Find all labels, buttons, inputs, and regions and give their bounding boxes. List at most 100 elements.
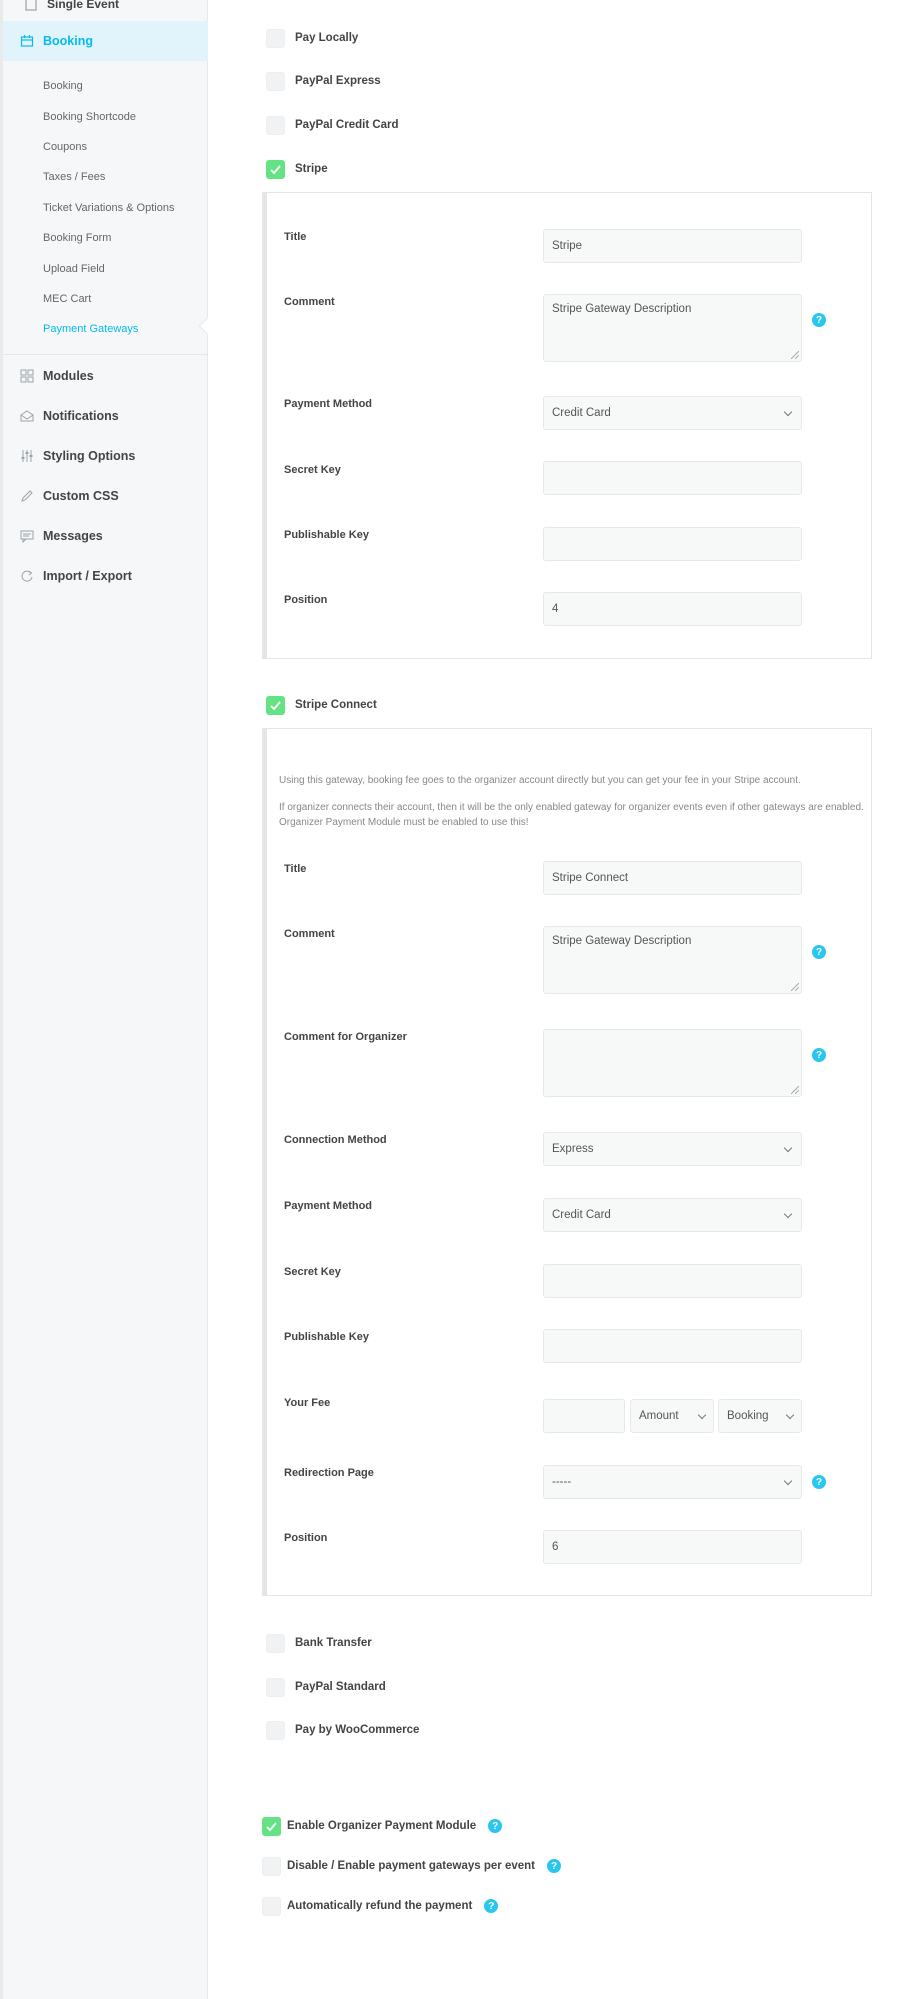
help-icon[interactable]: ? [488,1819,503,1833]
pencil-icon [19,488,35,504]
textarea-value: Stripe Gateway Description [552,935,692,947]
gateway-label: Bank Transfer [295,1637,372,1649]
sidebar-item-import-export[interactable]: Import / Export [3,556,208,596]
gateway-stripe-connect[interactable]: Stripe Connect [266,694,377,716]
check-icon [270,164,281,174]
field-label: Payment Method [284,398,373,410]
gateway-description: Using this gateway, booking fee goes to … [279,775,801,786]
help-icon[interactable]: ? [547,1859,561,1873]
sidebar-item-booking[interactable]: Booking [3,21,208,61]
submenu-item-payment-gateways[interactable]: Payment Gateways [3,314,208,344]
checkbox[interactable] [266,28,285,48]
help-icon[interactable]: ? [812,313,826,327]
sidebar-item-styling-options[interactable]: Styling Options [3,436,208,476]
stripe-publishable-key-input[interactable] [543,527,802,561]
help-icon[interactable]: ? [812,945,826,959]
connect-fee-type-select[interactable]: Amount [630,1399,714,1433]
sidebar-item-notifications[interactable]: Notifications [3,396,208,436]
select-value: Amount [639,1410,679,1422]
gateway-description: If organizer connects their account, the… [279,802,864,828]
connect-fee-input[interactable] [543,1399,625,1433]
help-icon[interactable]: ? [812,1475,826,1489]
chevron-down-icon [783,1143,793,1152]
checkbox[interactable] [266,1720,285,1740]
gateway-label: Pay Locally [295,32,359,44]
gateway-pay-by-woocommerce[interactable]: Pay by WooCommerce [266,1719,419,1741]
select-value: Express [552,1143,594,1155]
submenu-item-booking-shortcode[interactable]: Booking Shortcode [3,101,208,131]
option-per-event-gateways[interactable]: Disable / Enable payment gateways per ev… [262,1855,561,1877]
gateway-label: PayPal Standard [295,1681,386,1693]
checkbox[interactable] [266,115,285,135]
message-icon [19,528,35,544]
settings-sidebar: Single Event Booking Booking Booking Sho… [0,0,216,1999]
sidebar-item-label: Booking [43,34,93,48]
gateway-bank-transfer[interactable]: Bank Transfer [266,1632,372,1654]
sidebar-item-label: Custom CSS [43,489,119,503]
gateway-stripe[interactable]: Stripe [266,158,328,180]
field-label: Publishable Key [284,529,369,541]
gateway-label: PayPal Credit Card [295,119,399,131]
stripe-connect-settings-panel: Using this gateway, booking fee goes to … [262,728,872,1596]
option-enable-organizer-payment[interactable]: Enable Organizer Payment Module ? [262,1815,503,1837]
connect-publishable-key-input[interactable] [543,1329,802,1363]
submenu-item-taxes-fees[interactable]: Taxes / Fees [3,162,208,192]
stripe-comment-textarea[interactable]: Stripe Gateway Description [543,294,802,362]
field-label: Connection Method [284,1134,387,1146]
submenu-item-mec-cart[interactable]: MEC Cart [3,284,208,314]
stripe-secret-key-input[interactable] [543,461,802,495]
checkbox[interactable] [262,1896,281,1916]
sidebar-item-messages[interactable]: Messages [3,516,208,556]
gateway-paypal-credit-card[interactable]: PayPal Credit Card [266,114,399,136]
checkbox[interactable] [262,1856,281,1876]
connect-comment-organizer-textarea[interactable] [543,1029,802,1097]
stripe-position-input[interactable]: 4 [543,592,802,626]
connect-title-input[interactable]: Stripe Connect [543,861,802,895]
connect-connection-method-select[interactable]: Express [543,1132,802,1166]
submenu-item-booking-form[interactable]: Booking Form [3,223,208,253]
gateway-pay-locally[interactable]: Pay Locally [266,27,358,49]
connect-fee-per-select[interactable]: Booking [718,1399,802,1433]
field-label: Secret Key [284,464,341,476]
gateway-label: Stripe Connect [295,699,377,711]
submenu-item-booking[interactable]: Booking [3,71,208,101]
gateway-paypal-express[interactable]: PayPal Express [266,70,381,92]
submenu-item-coupons[interactable]: Coupons [3,132,208,162]
sidebar-divider [3,354,208,355]
option-label: Enable Organizer Payment Module [287,1820,477,1832]
field-label: Position [284,594,328,606]
connect-position-input[interactable]: 6 [543,1530,802,1564]
document-icon [23,0,39,12]
submenu-item-upload-field[interactable]: Upload Field [3,253,208,283]
sliders-icon [19,448,35,464]
booking-submenu: Booking Booking Shortcode Coupons Taxes … [3,71,208,345]
submenu-item-ticket-variations[interactable]: Ticket Variations & Options [3,193,208,223]
stripe-payment-method-select[interactable]: Credit Card [543,396,802,430]
chevron-down-icon [783,1209,793,1218]
check-icon [270,700,281,710]
checkbox[interactable] [266,71,285,91]
field-label: Publishable Key [284,1331,369,1343]
connect-payment-method-select[interactable]: Credit Card [543,1198,802,1232]
connect-redirection-page-select[interactable]: ----- [543,1465,802,1499]
help-icon[interactable]: ? [812,1048,826,1062]
checkbox-checked[interactable] [266,159,285,179]
connect-secret-key-input[interactable] [543,1264,802,1298]
sidebar-item-custom-css[interactable]: Custom CSS [3,476,208,516]
checkbox[interactable] [266,1633,285,1653]
option-label: Automatically refund the payment [287,1900,473,1912]
sidebar-item-label: Styling Options [43,449,136,463]
connect-comment-textarea[interactable]: Stripe Gateway Description [543,926,802,994]
field-label: Comment for Organizer [284,1031,407,1043]
chevron-down-icon [783,407,793,416]
sidebar-item-single-event[interactable]: Single Event [23,0,119,14]
sidebar-item-modules[interactable]: Modules [3,356,208,396]
checkbox[interactable] [266,1677,285,1697]
help-icon[interactable]: ? [484,1899,499,1913]
option-auto-refund[interactable]: Automatically refund the payment ? [262,1895,499,1917]
gateway-paypal-standard[interactable]: PayPal Standard [266,1676,386,1698]
stripe-title-input[interactable]: Stripe [543,229,802,263]
gateway-label: Pay by WooCommerce [295,1724,420,1736]
checkbox-checked[interactable] [262,1816,281,1836]
checkbox-checked[interactable] [266,695,285,715]
